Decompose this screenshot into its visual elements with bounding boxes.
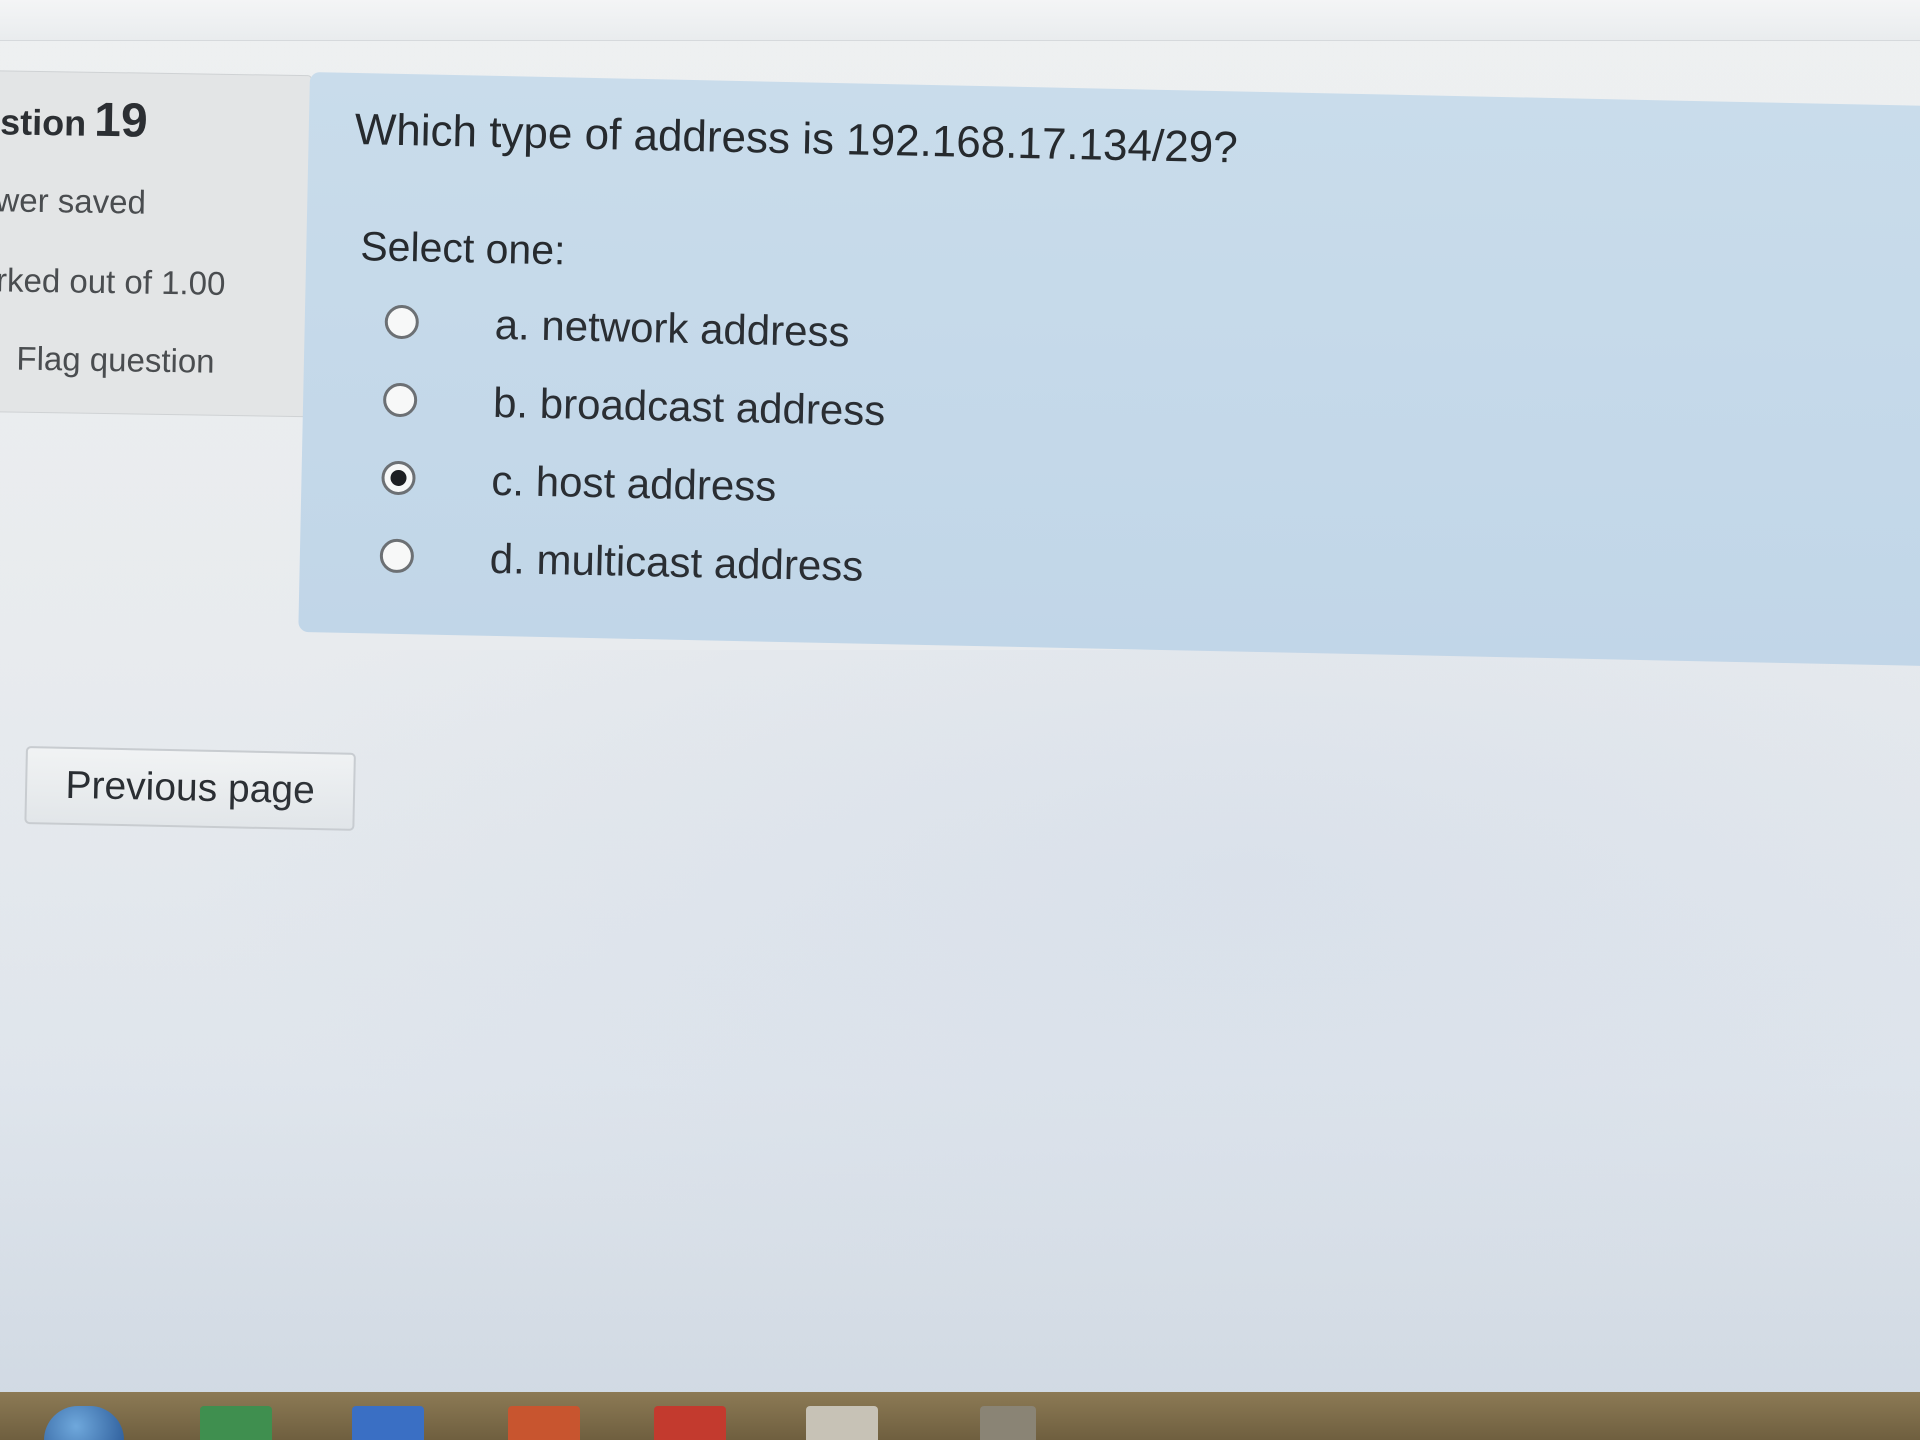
folder-icon[interactable] [806,1406,878,1440]
question-info-panel: estion 19 swer saved arked out of 1.00 Fl… [0,70,312,418]
question-state: swer saved [0,181,147,221]
word-icon[interactable] [352,1406,424,1440]
answer-option-b[interactable]: b. broadcast address [382,377,886,455]
answer-list: a. network address b. broadcast address … [379,299,886,611]
flag-question-label: Flag question [16,339,215,380]
excel-icon[interactable] [200,1406,272,1440]
answer-option-d[interactable]: d. multicast address [379,533,864,611]
question-number: 19 [93,93,149,148]
powerpoint-icon[interactable] [508,1406,580,1440]
misc-icon[interactable] [980,1406,1036,1440]
question-grade: arked out of 1.00 [0,260,226,302]
answer-b-radio[interactable] [382,382,418,418]
answer-c-label: c. host address [490,456,777,510]
answer-d-radio[interactable] [379,538,415,574]
browser-top-strip [0,0,1920,41]
answer-a-radio[interactable] [384,304,420,340]
previous-page-button[interactable]: Previous page [24,746,356,831]
question-number-heading: estion 19 [0,91,148,149]
question-title-prefix: estion [0,101,87,144]
taskbar [0,1392,1920,1440]
answer-b-label: b. broadcast address [492,378,886,435]
question-text: Which type of address is 192.168.17.134/… [354,104,1239,173]
internet-explorer-icon[interactable] [44,1406,124,1440]
question-content-box: Which type of address is 192.168.17.134/… [298,72,1920,667]
answer-d-label: d. multicast address [489,534,864,590]
answer-a-label: a. network address [494,300,851,356]
answer-c-radio[interactable] [381,460,416,496]
flag-question-link[interactable]: Flag question [0,339,215,381]
app-icon[interactable] [654,1406,726,1440]
answer-option-a[interactable]: a. network address [384,299,850,377]
answer-option-c[interactable]: c. host address [380,455,777,533]
select-one-prompt: Select one: [359,223,566,274]
